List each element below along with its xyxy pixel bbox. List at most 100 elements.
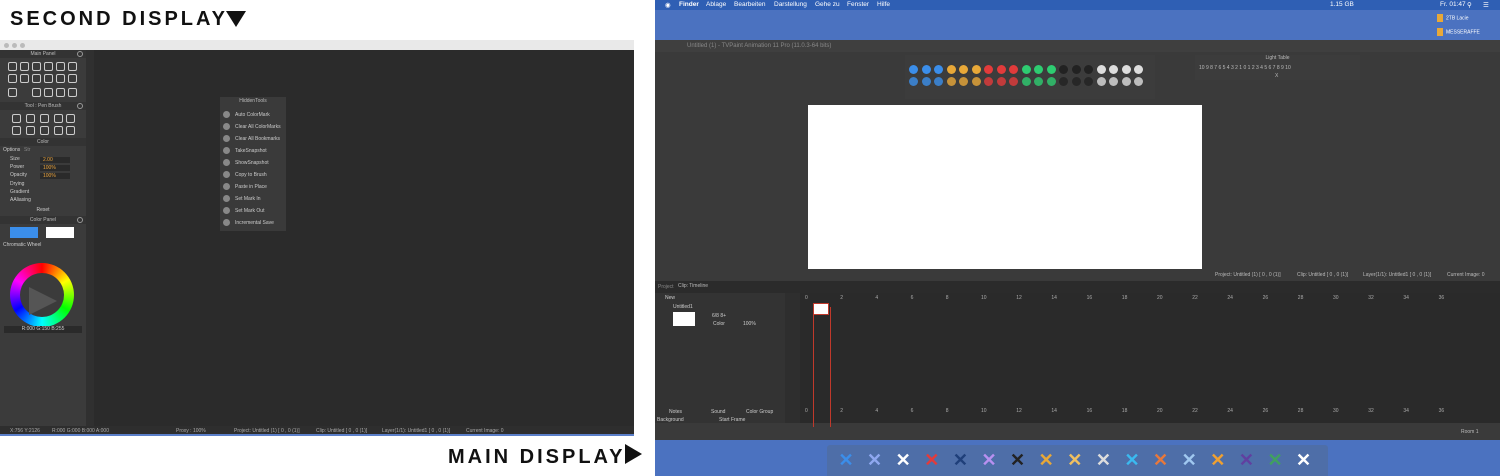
eraser-tool-icon[interactable] (68, 62, 77, 71)
pen-brush-icon[interactable] (12, 114, 21, 123)
dock-app-icon[interactable]: ✕ (1235, 449, 1257, 471)
colormark-dot[interactable] (1109, 77, 1118, 86)
knife-icon[interactable] (26, 126, 35, 135)
colormark-dot[interactable] (946, 77, 956, 86)
hidden-tool-item[interactable]: Clear All Bookmarks (220, 133, 286, 145)
menu-list-icon[interactable]: ☰ (1483, 1, 1489, 9)
colormark-dot[interactable] (1009, 65, 1018, 74)
panel-settings-icon[interactable] (77, 217, 83, 223)
dock-app-icon[interactable]: ✕ (1092, 449, 1114, 471)
panel-settings-icon[interactable] (77, 51, 83, 57)
main-color-swatch[interactable] (10, 227, 38, 238)
colormark-dot[interactable] (984, 77, 993, 86)
dock-app-icon[interactable]: ✕ (978, 449, 1000, 471)
chromatic-wheel-label[interactable]: Chromatic Wheel (3, 242, 41, 248)
menu-ablage[interactable]: Ablage (706, 1, 726, 8)
colormark-dot[interactable] (1084, 65, 1093, 74)
fill-tool-icon[interactable] (32, 88, 41, 97)
tab-clip-timeline[interactable]: Clip: Timeline (678, 283, 708, 289)
size-field[interactable]: 2.00 (40, 157, 70, 163)
colormark-dot[interactable] (1009, 77, 1018, 86)
colormark-dot[interactable] (1071, 77, 1081, 86)
transform-tool-icon[interactable] (56, 88, 65, 97)
panel-divider[interactable] (86, 50, 94, 426)
colormark-dot[interactable] (1059, 77, 1068, 86)
background-label[interactable]: Background (657, 417, 684, 423)
dock-app-icon[interactable]: ✕ (921, 449, 943, 471)
colormark-dot[interactable] (971, 77, 981, 86)
zoom-dot[interactable] (20, 43, 25, 48)
colormark-dot[interactable] (971, 65, 981, 74)
color-group-tab[interactable]: Color Group (746, 409, 773, 415)
text-tool-icon[interactable] (54, 126, 63, 135)
colormark-dot[interactable] (909, 77, 918, 86)
tab-project[interactable]: Project (658, 284, 674, 290)
hidden-tool-item[interactable]: Set Mark Out (220, 205, 286, 217)
layer-name[interactable]: Untitled1 (673, 304, 693, 310)
dock-app-icon[interactable]: ✕ (949, 449, 971, 471)
hidden-tool-item[interactable]: Paste in Place (220, 181, 286, 193)
ellipse-tool-icon[interactable] (44, 62, 53, 71)
colormark-dot[interactable] (996, 77, 1006, 86)
colormark-dot[interactable] (1134, 65, 1143, 74)
hidden-tool-item[interactable]: Auto ColorMark (220, 109, 286, 121)
pencil-brush-icon[interactable] (26, 114, 35, 123)
airbrush-icon[interactable] (40, 114, 49, 123)
opacity-field[interactable]: 100% (40, 173, 70, 179)
secondary-color-swatch[interactable] (46, 227, 74, 238)
memory-status[interactable]: 1.15 GB (1330, 1, 1354, 8)
colormark-dot[interactable] (984, 65, 993, 74)
panel-tool-icon[interactable] (68, 88, 77, 97)
colormark-dot[interactable] (1021, 65, 1031, 74)
menu-darstellung[interactable]: Darstellung (774, 1, 807, 8)
start-frame-label[interactable]: Start Frame (719, 417, 745, 423)
menu-bearbeiten[interactable]: Bearbeiten (734, 1, 765, 8)
colormark-dot[interactable] (1109, 65, 1118, 74)
colormark-dot[interactable] (1059, 65, 1068, 74)
colormark-dot[interactable] (1046, 77, 1056, 86)
warp-tool-icon[interactable] (56, 74, 65, 83)
stamp-icon[interactable] (40, 126, 49, 135)
menu-gehe-zu[interactable]: Gehe zu (815, 1, 840, 8)
colormark-dot[interactable] (921, 77, 931, 86)
colormark-dot[interactable] (1046, 65, 1056, 74)
hidden-tool-item[interactable]: Clear All ColorMarks (220, 121, 286, 133)
close-dot[interactable] (4, 43, 9, 48)
dock-app-icon[interactable]: ✕ (892, 449, 914, 471)
dock-app-icon[interactable]: ✕ (864, 449, 886, 471)
dock-app-icon[interactable]: ✕ (1007, 449, 1029, 471)
panel-settings-icon[interactable] (77, 103, 83, 109)
power-field[interactable]: 100% (40, 165, 70, 171)
move-tool-icon[interactable] (8, 88, 17, 97)
colormark-dot[interactable] (946, 65, 956, 74)
dock-app-icon[interactable]: ✕ (1150, 449, 1172, 471)
colormark-dot[interactable] (959, 65, 968, 74)
minimize-dot[interactable] (12, 43, 17, 48)
light-table-frames[interactable]: 10 9 8 7 6 5 4 3 2 1 0 1 2 3 4 5 6 7 8 9… (1199, 65, 1291, 71)
dock-app-icon[interactable]: ✕ (1264, 449, 1286, 471)
hidden-tool-item[interactable]: TakeSnapshot (220, 145, 286, 157)
notes-tab[interactable]: Notes (669, 409, 682, 415)
paint-brush-icon[interactable] (66, 114, 75, 123)
dock-app-icon[interactable]: ✕ (1064, 449, 1086, 471)
colormark-dot[interactable] (996, 65, 1006, 74)
clock[interactable]: Fr. 01:47 (1440, 1, 1466, 8)
layer-opacity[interactable]: 100% (743, 321, 756, 327)
colormark-dot[interactable] (1021, 77, 1031, 86)
apple-icon[interactable]: ◉ (665, 1, 671, 9)
colormark-dot[interactable] (934, 77, 943, 86)
layer-thumbnail[interactable] (673, 312, 695, 326)
timeline-grid[interactable]: 0 0 2 2 4 4 6 6 8 8 10 10 12 12 14 14 16 16 18 18 20 20 22 22 24… (800, 293, 1500, 427)
layer-color[interactable]: Color (713, 321, 725, 327)
dock-app-icon[interactable]: ✕ (835, 449, 857, 471)
colormark-dot[interactable] (1121, 77, 1131, 86)
hidden-tool-item[interactable]: Copy to Brush (220, 169, 286, 181)
room-selector[interactable]: Room 1 (1461, 429, 1479, 435)
dock-app-icon[interactable]: ✕ (1035, 449, 1057, 471)
grid-tool-icon[interactable] (68, 74, 77, 83)
colormark-dot[interactable] (1121, 65, 1131, 74)
frame-thumbnail[interactable] (813, 303, 829, 315)
colormark-dot[interactable] (959, 77, 968, 86)
dock-app-icon[interactable]: ✕ (1178, 449, 1200, 471)
dock-app-icon[interactable]: ✕ (1207, 449, 1229, 471)
